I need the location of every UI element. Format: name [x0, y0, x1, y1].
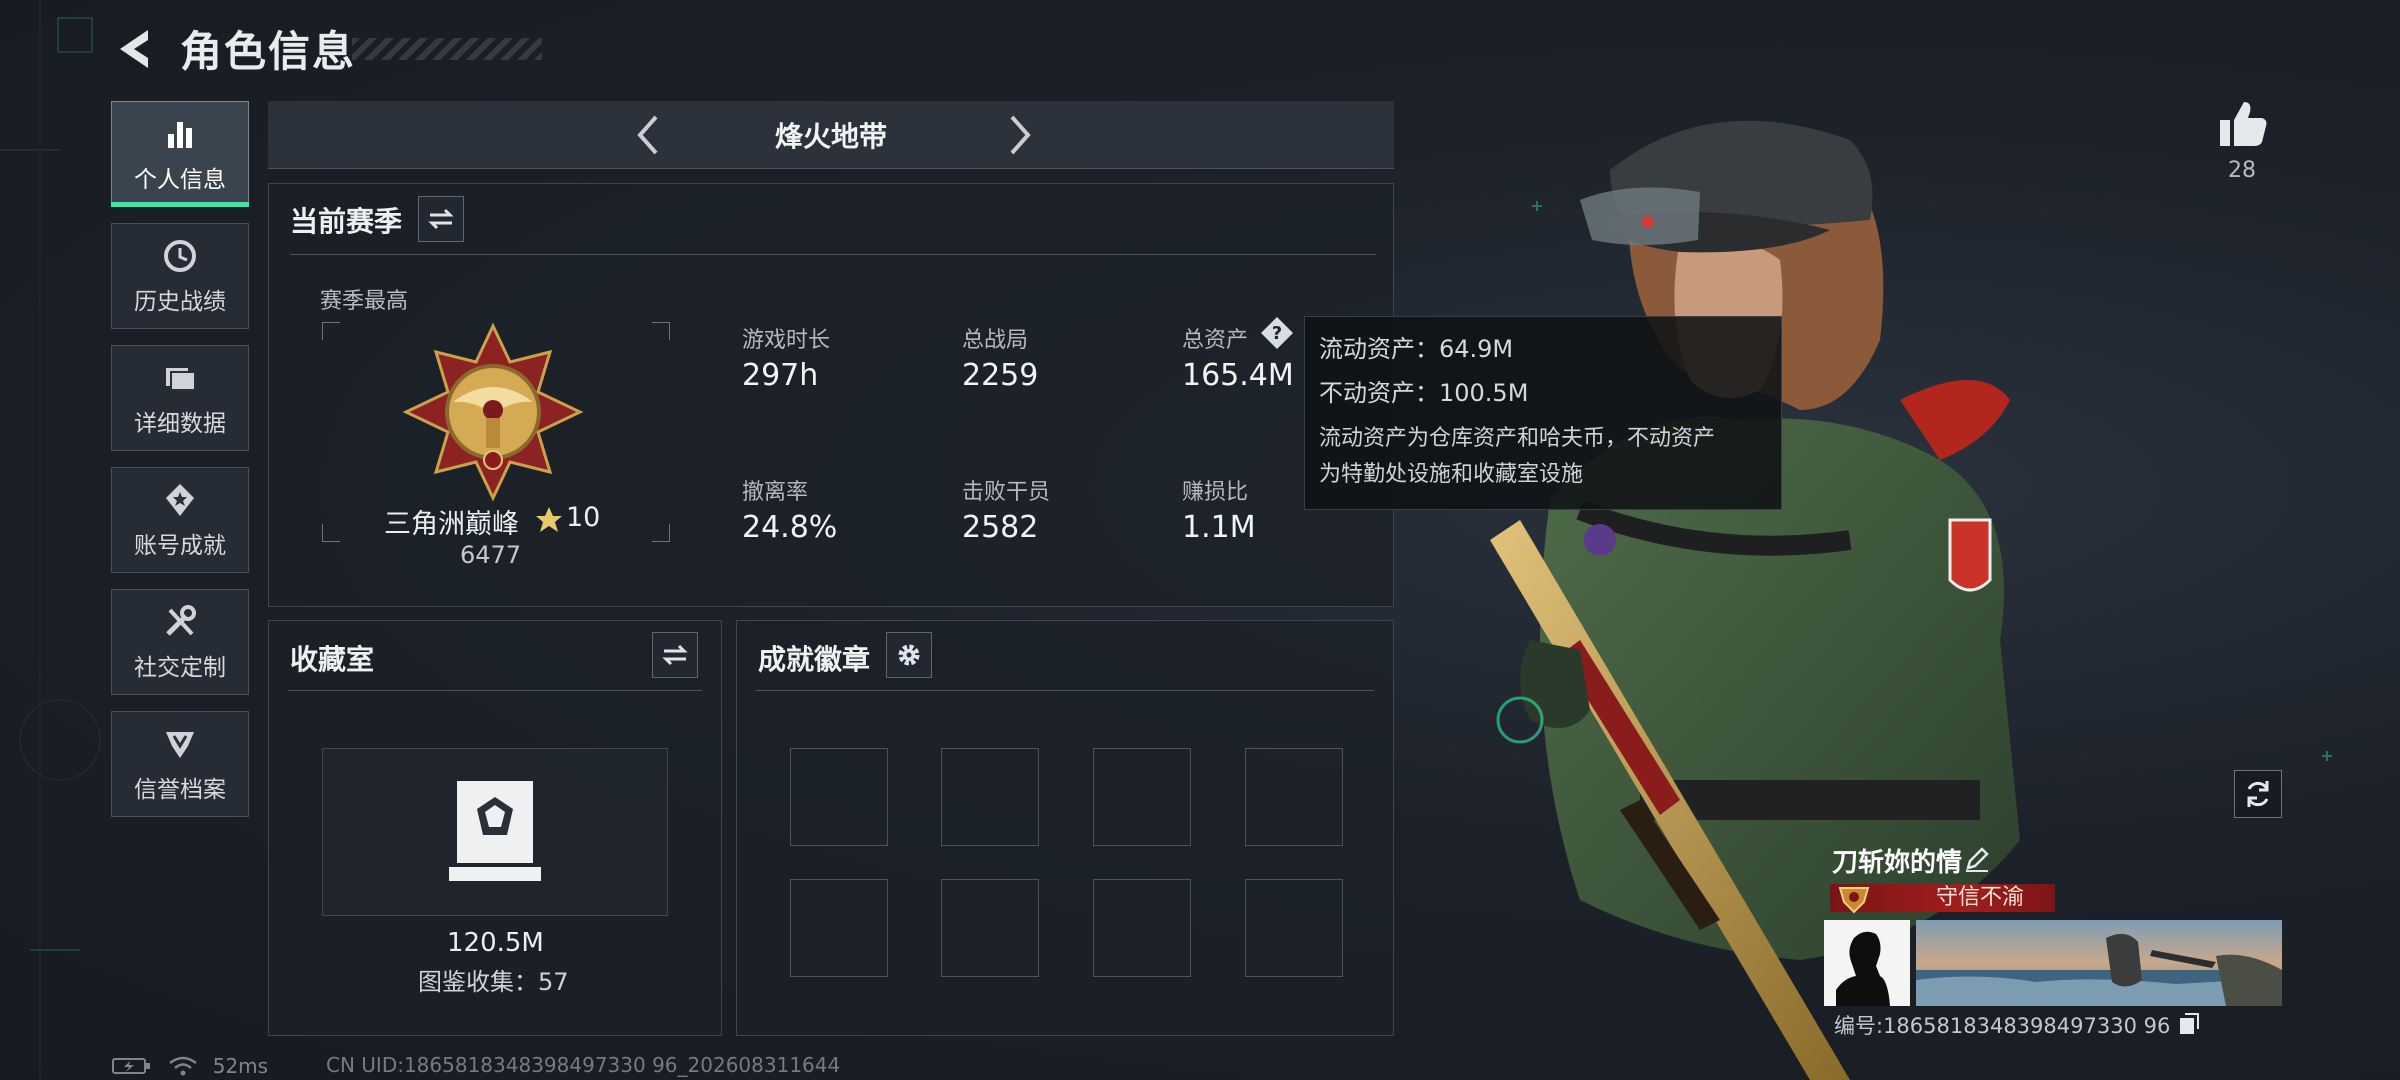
stat-label-play-time: 游戏时长 [742, 328, 831, 353]
sidebar-item-social-customization[interactable]: 社交定制 [111, 589, 249, 695]
sidebar-item-detailed-data[interactable]: 详细数据 [111, 345, 249, 451]
stat-value-total-assets: 165.4M [1182, 358, 1294, 393]
wrench-icon [166, 605, 196, 636]
collection-room-title: 收藏室 [290, 643, 375, 676]
refresh-button[interactable] [2234, 770, 2282, 818]
stat-label-total-assets: 总资产 [1182, 328, 1249, 353]
collection-count: 图鉴收集：57 [418, 968, 569, 996]
collection-preview[interactable] [322, 748, 668, 916]
sidebar-item-label: 个人信息 [134, 167, 226, 193]
collection-value: 120.5M [447, 928, 544, 958]
stat-value-total-matches: 2259 [962, 358, 1039, 393]
back-button[interactable] [110, 24, 160, 74]
badge-slot-2[interactable] [941, 748, 1039, 846]
edit-pencil-icon[interactable] [1962, 844, 1992, 874]
rank-score: 6477 [460, 541, 522, 569]
folder-icon [166, 368, 196, 391]
tooltip-liquid-assets: 流动资产：64.9M [1319, 335, 1514, 363]
achievement-icon [166, 484, 194, 516]
swap-arrows-icon [662, 644, 688, 666]
collection-switch-button[interactable] [652, 632, 698, 678]
stat-value-operators-defeated: 2582 [962, 510, 1039, 545]
avatar[interactable] [1824, 920, 1910, 1006]
sidebar-item-personal-info[interactable]: 个人信息 [111, 101, 249, 207]
banner-image [1916, 920, 2282, 1006]
svg-text:?: ? [1272, 323, 1282, 344]
tooltip-description-line-2: 为特勤处设施和收藏室设施 [1319, 462, 1584, 487]
history-clock-icon [164, 240, 196, 272]
mode-selector: 烽火地带 [268, 101, 1394, 169]
badge-slot-7[interactable] [1093, 879, 1191, 977]
sidebar-item-label: 历史战绩 [134, 289, 226, 315]
star-icon [536, 507, 562, 532]
rank-emblem-icon [402, 322, 584, 502]
sidebar-item-label: 社交定制 [134, 655, 226, 681]
sidebar-item-label: 信誉档案 [134, 777, 226, 803]
stat-label-extraction-rate: 撤离率 [742, 480, 809, 505]
badge-slot-3[interactable] [1093, 748, 1191, 846]
status-bar: 52ms [112, 1052, 268, 1078]
stat-value-profit-loss-ratio: 1.1M [1182, 510, 1256, 545]
rank-star-count: 10 [566, 502, 601, 533]
rank-name: 三角洲巅峰 [384, 509, 519, 540]
help-question-icon[interactable]: ? [1260, 316, 1294, 350]
reputation-icon [166, 732, 194, 758]
like-thumbs-up-icon[interactable] [2216, 96, 2270, 150]
player-id: 编号:1865818348398497330 96 [1834, 1014, 2171, 1038]
ping-value: 52ms [212, 1053, 269, 1078]
wifi-icon [169, 1056, 198, 1075]
sidebar-item-label: 账号成就 [134, 533, 226, 559]
badge-slot-8[interactable] [1245, 879, 1343, 977]
stat-value-extraction-rate: 24.8% [742, 510, 838, 545]
badge-slot-6[interactable] [941, 879, 1039, 977]
stat-label-profit-loss-ratio: 赚损比 [1182, 480, 1249, 505]
like-count: 28 [2228, 158, 2256, 183]
badge-slot-4[interactable] [1245, 748, 1343, 846]
sidebar-item-reputation-file[interactable]: 信誉档案 [111, 711, 249, 817]
sidebar-item-account-achievements[interactable]: 账号成就 [111, 467, 249, 573]
next-mode-button[interactable] [994, 111, 1042, 159]
gear-icon [898, 644, 920, 666]
current-season-title: 当前赛季 [290, 205, 403, 238]
divider [756, 690, 1374, 691]
title-emblem-icon [1838, 887, 1870, 914]
uid-text: CN UID:1865818348398497330 96_2026083116… [326, 1053, 841, 1077]
refresh-icon [2247, 781, 2269, 807]
badge-slot-1[interactable] [790, 748, 888, 846]
copy-icon[interactable] [2177, 1012, 2201, 1036]
mode-title: 烽火地带 [774, 119, 887, 153]
assets-tooltip: 流动资产：64.9M 不动资产：100.5M 流动资产为仓库资产和哈夫币，不动资… [1304, 316, 1782, 510]
stat-label-total-matches: 总战局 [962, 328, 1029, 353]
bar-chart-icon [168, 122, 192, 148]
tooltip-fixed-assets: 不动资产：100.5M [1319, 379, 1529, 407]
season-switch-button[interactable] [418, 196, 464, 242]
stat-value-play-time: 297h [742, 358, 819, 393]
page-title: 角色信息 [180, 27, 357, 76]
achievement-badges-title: 成就徽章 [758, 643, 871, 676]
player-name: 刀斩妳的情 [1832, 848, 1963, 878]
sidebar: 个人信息 历史战绩 详细数据 账号成就 社交定制 信誉档案 [111, 101, 249, 833]
previous-mode-button[interactable] [626, 111, 674, 159]
profile-banner[interactable] [1916, 920, 2282, 1006]
sidebar-item-label: 详细数据 [134, 411, 226, 437]
title-badge-text: 守信不渝 [1936, 885, 2025, 910]
divider [290, 254, 1376, 255]
tooltip-description-line-1: 流动资产为仓库资产和哈夫币，不动资产 [1319, 426, 1716, 451]
avatar-silhouette-icon [1836, 931, 1890, 1006]
sidebar-item-match-history[interactable]: 历史战绩 [111, 223, 249, 329]
display-case-icon [449, 781, 541, 881]
divider [288, 690, 702, 691]
badge-settings-button[interactable] [886, 632, 932, 678]
swap-arrows-icon [428, 208, 454, 230]
battery-charging-icon [112, 1057, 150, 1074]
badge-slot-5[interactable] [790, 879, 888, 977]
season-best-label: 赛季最高 [320, 289, 409, 314]
title-stripe-decoration [352, 38, 542, 60]
stat-label-operators-defeated: 击败干员 [962, 480, 1051, 505]
